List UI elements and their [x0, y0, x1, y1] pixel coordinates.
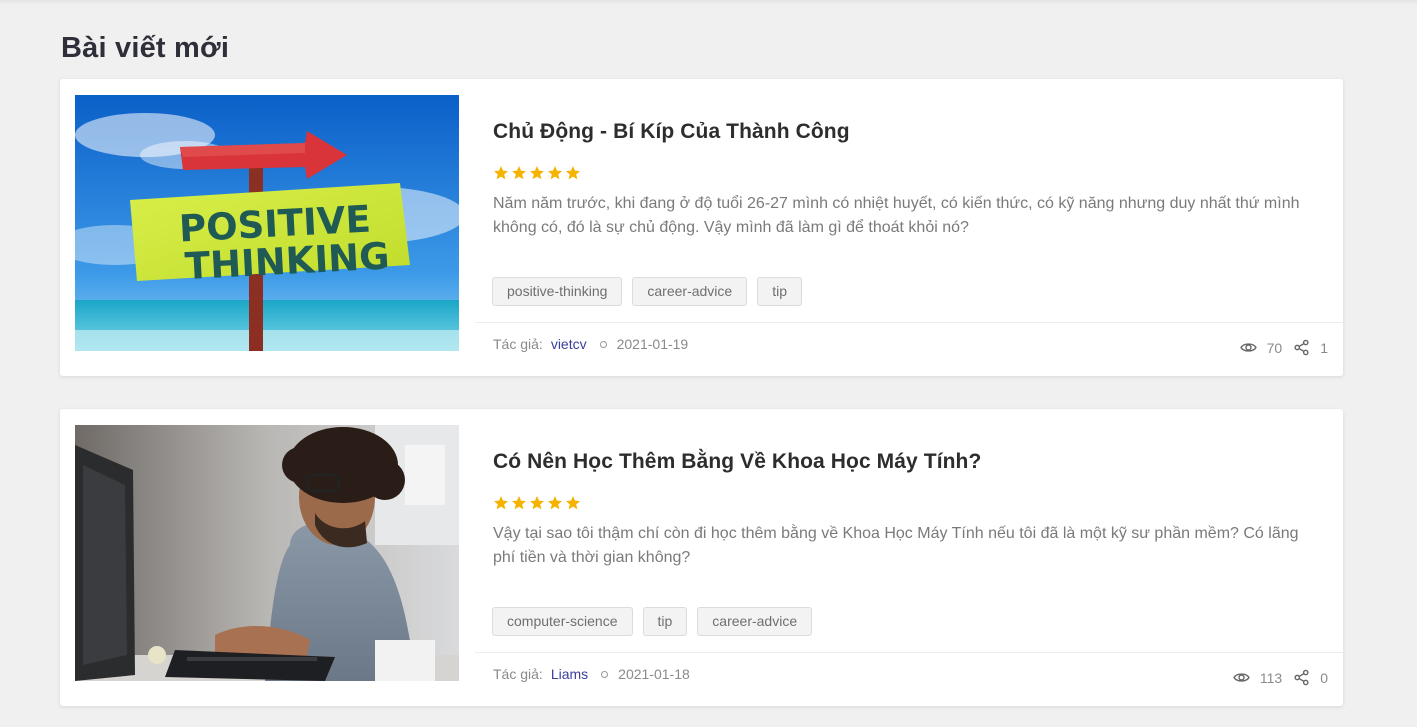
star-icon [494, 496, 508, 510]
man-at-computer-image [75, 425, 459, 681]
author-link[interactable]: Liams [551, 666, 588, 682]
tag-computer-science[interactable]: computer-science [492, 607, 633, 636]
post-stats: 70 1 [1239, 339, 1328, 356]
author-label: Tác giả: [493, 666, 543, 682]
share-icon[interactable] [1293, 339, 1310, 356]
tag-career-advice[interactable]: career-advice [697, 607, 813, 636]
view-count: 70 [1266, 339, 1283, 356]
post-thumbnail-computer-science[interactable] [75, 425, 459, 681]
star-rating [493, 165, 581, 183]
share-icon[interactable] [1293, 669, 1310, 686]
tag-career-advice[interactable]: career-advice [632, 277, 748, 306]
post-title[interactable]: Có Nên Học Thêm Bằng Về Khoa Học Máy Tín… [493, 450, 981, 474]
author-link[interactable]: vietcv [551, 336, 587, 352]
post-excerpt: Vậy tại sao tôi thậm chí còn đi học thêm… [493, 525, 1299, 566]
positive-thinking-sign-image: POSITIVE THINKING [75, 95, 459, 351]
post-excerpt: Năm năm trước, khi đang ở độ tuổi 26-27 … [493, 195, 1300, 236]
star-icon [566, 166, 580, 180]
post-meta: Tác giả: Liams 2021-01-18 [493, 666, 690, 682]
post-date: 2021-01-19 [616, 336, 689, 352]
star-icon [530, 166, 544, 180]
star-icon [494, 166, 508, 180]
tag-tip[interactable]: tip [757, 277, 803, 306]
tag-positive-thinking[interactable]: positive-thinking [492, 277, 623, 306]
star-icon [512, 166, 526, 180]
view-count: 113 [1259, 669, 1283, 686]
post-date: 2021-01-18 [618, 666, 690, 682]
separator-dot [601, 670, 609, 678]
star-icon [566, 496, 580, 510]
separator-dot [599, 340, 607, 348]
tag-list: positive-thinking career-advice tip [492, 277, 803, 306]
header-shadow [0, 0, 1417, 4]
eye-icon [1239, 343, 1257, 352]
share-count: 1 [1320, 339, 1328, 356]
post-stats: 113 0 [1233, 669, 1328, 686]
eye-icon [1233, 673, 1250, 682]
post-card: Có Nên Học Thêm Bằng Về Khoa Học Máy Tín… [60, 409, 1343, 706]
tag-list: computer-science tip career-advice [492, 607, 813, 636]
share-count: 0 [1320, 669, 1328, 686]
card-divider [475, 652, 1343, 653]
star-icon [512, 496, 526, 510]
post-thumbnail-positive-thinking[interactable]: POSITIVE THINKING [75, 95, 459, 351]
star-rating [493, 495, 581, 513]
post-title[interactable]: Chủ Động - Bí Kíp Của Thành Công [493, 120, 850, 144]
star-icon [530, 496, 544, 510]
post-card: POSITIVE THINKING Chủ Động - Bí Kíp Của … [60, 79, 1343, 376]
star-icon [548, 496, 562, 510]
section-title: Bài viết mới [61, 32, 230, 64]
tag-tip[interactable]: tip [642, 607, 688, 636]
post-meta: Tác giả: vietcv 2021-01-19 [493, 336, 688, 352]
card-divider [475, 322, 1343, 323]
author-label: Tác giả: [493, 336, 543, 352]
star-icon [548, 166, 562, 180]
